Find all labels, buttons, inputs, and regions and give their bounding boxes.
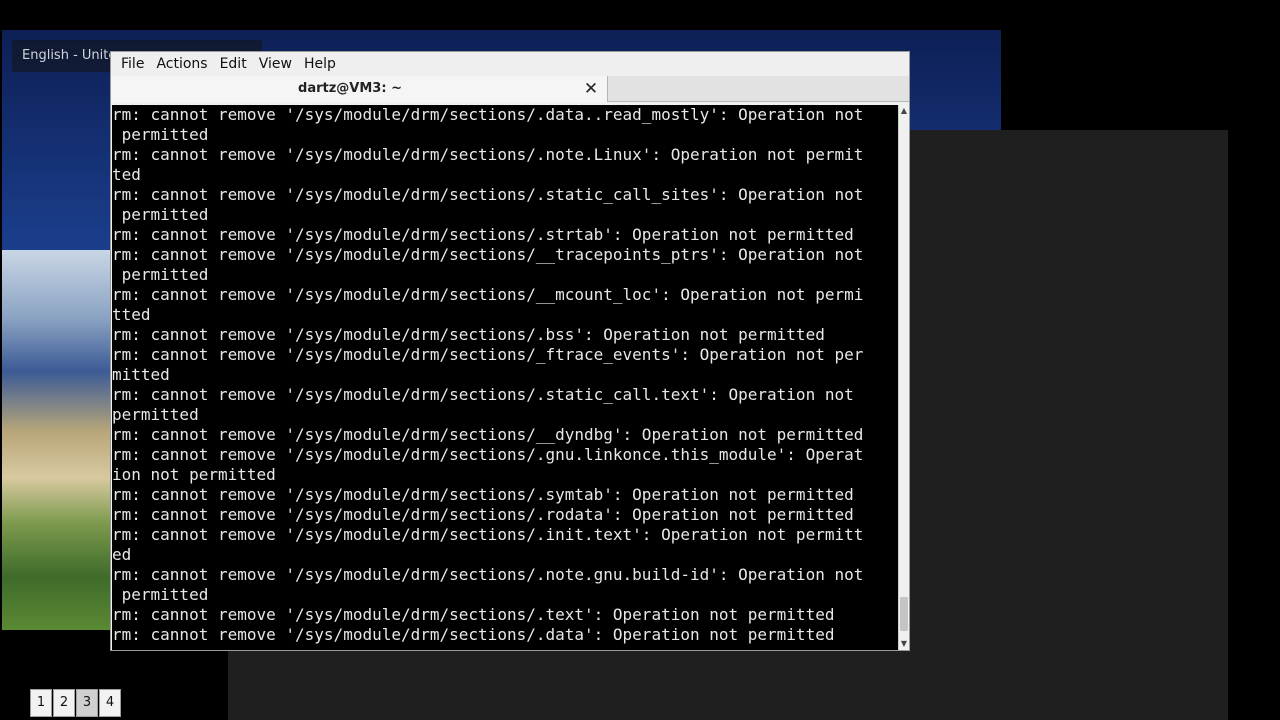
terminal-line: rm: cannot remove '/sys/module/drm/secti… xyxy=(112,605,835,624)
workspace-3[interactable]: 3 xyxy=(76,689,98,717)
terminal-line: rm: cannot remove '/sys/module/drm/secti… xyxy=(112,485,854,504)
terminal-line: rm: cannot remove '/sys/module/drm/secti… xyxy=(112,525,864,544)
terminal-line: rm: cannot remove '/sys/module/drm/secti… xyxy=(112,105,864,124)
workspace-4[interactable]: 4 xyxy=(99,689,121,717)
workspace-1[interactable]: 1 xyxy=(30,689,52,717)
menu-edit[interactable]: Edit xyxy=(214,56,253,72)
terminal-line: permitted xyxy=(112,585,209,604)
background-window-lower xyxy=(228,650,1228,720)
terminal-line: rm: cannot remove '/sys/module/drm/secti… xyxy=(112,565,864,584)
terminal-line: rm: cannot remove '/sys/module/drm/secti… xyxy=(112,625,835,644)
terminal-line: rm: cannot remove '/sys/module/drm/secti… xyxy=(112,325,825,344)
wallpaper-landscape xyxy=(2,250,114,630)
terminal-line: rm: cannot remove '/sys/module/drm/secti… xyxy=(112,505,854,524)
terminal-line: rm: cannot remove '/sys/module/drm/secti… xyxy=(112,185,864,204)
scroll-down-arrow-icon[interactable]: ▼ xyxy=(899,638,909,650)
terminal-line: tted xyxy=(112,305,151,324)
scroll-up-arrow-icon[interactable]: ▲ xyxy=(899,105,909,117)
terminal-line: rm: cannot remove '/sys/module/drm/secti… xyxy=(112,285,864,304)
terminal-line: permitted xyxy=(112,265,209,284)
menu-help[interactable]: Help xyxy=(298,56,342,72)
terminal-line: permitted xyxy=(112,125,209,144)
terminal-line: rm: cannot remove '/sys/module/drm/secti… xyxy=(112,425,864,444)
terminal-output[interactable]: rm: cannot remove '/sys/module/drm/secti… xyxy=(112,105,898,650)
menu-view[interactable]: View xyxy=(253,56,298,72)
vertical-scrollbar[interactable]: ▲ ▼ xyxy=(898,105,909,650)
scrollbar-thumb[interactable] xyxy=(900,597,908,631)
terminal-line: rm: cannot remove '/sys/module/drm/secti… xyxy=(112,245,864,264)
terminal-line: permitted xyxy=(112,405,199,424)
terminal-line: permitted xyxy=(112,205,209,224)
terminal-line: rm: cannot remove '/sys/module/drm/secti… xyxy=(112,445,864,464)
terminal-window: File Actions Edit View Help dartz@VM3: ~… xyxy=(110,51,910,651)
terminal-line: rm: cannot remove '/sys/module/drm/secti… xyxy=(112,225,854,244)
terminal-line: ed xyxy=(112,545,132,564)
terminal-line: ted xyxy=(112,165,141,184)
terminal-line: rm: cannot remove '/sys/module/drm/secti… xyxy=(112,385,854,404)
terminal-tab[interactable]: dartz@VM3: ~ ✕ xyxy=(111,76,608,102)
terminal-line: rm: cannot remove '/sys/module/drm/secti… xyxy=(112,345,864,364)
tab-title: dartz@VM3: ~ xyxy=(298,81,402,96)
terminal-line: ion not permitted xyxy=(112,465,276,484)
background-window xyxy=(910,130,1228,720)
terminal-line: rm: cannot remove '/sys/module/drm/secti… xyxy=(112,145,864,164)
workspace-2[interactable]: 2 xyxy=(53,689,75,717)
workspace-switcher: 1 2 3 4 xyxy=(30,689,122,717)
terminal-line: mitted xyxy=(112,365,170,384)
menu-bar: File Actions Edit View Help xyxy=(111,52,909,76)
menu-file[interactable]: File xyxy=(115,56,150,72)
menu-actions[interactable]: Actions xyxy=(150,56,213,72)
close-tab-icon[interactable]: ✕ xyxy=(581,79,601,99)
tab-bar: dartz@VM3: ~ ✕ xyxy=(111,76,909,102)
